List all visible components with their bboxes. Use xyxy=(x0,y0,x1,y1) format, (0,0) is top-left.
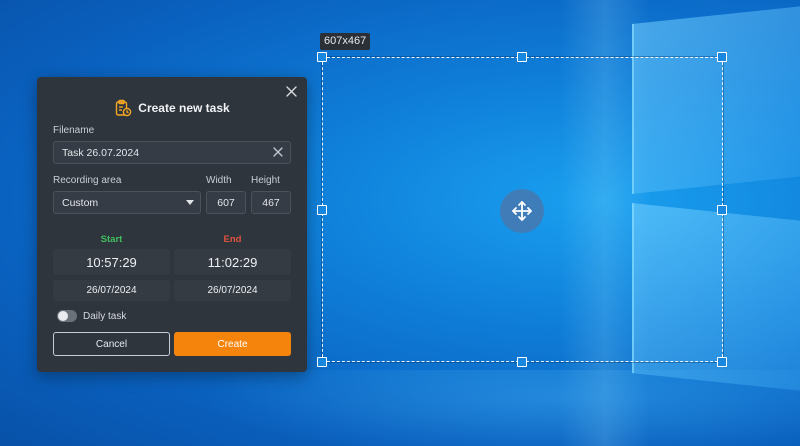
recording-area-value: Custom xyxy=(62,196,99,209)
desktop-floor-glow xyxy=(200,370,800,446)
height-input[interactable]: 467 xyxy=(251,191,291,214)
end-label: End xyxy=(223,234,242,245)
recording-area-select[interactable]: Custom xyxy=(53,191,201,214)
filename-input[interactable]: Task 26.07.2024 xyxy=(53,141,291,164)
width-label: Width xyxy=(206,175,232,186)
resize-handle-top-left[interactable] xyxy=(317,52,327,62)
end-date-value: 26/07/2024 xyxy=(207,285,258,296)
start-date-value: 26/07/2024 xyxy=(86,285,137,296)
resize-handle-right[interactable] xyxy=(717,205,727,215)
caret-down-icon xyxy=(186,200,194,205)
recording-area-label: Recording area xyxy=(53,175,122,186)
close-icon xyxy=(285,85,297,97)
dialog-title: Create new task xyxy=(138,101,230,115)
filename-label: Filename xyxy=(53,125,95,136)
task-clipboard-clock-icon xyxy=(116,99,132,117)
resize-handle-top-right[interactable] xyxy=(717,52,727,62)
clear-filename-button[interactable] xyxy=(273,147,283,160)
width-input[interactable]: 607 xyxy=(206,191,246,214)
start-date-input[interactable]: 26/07/2024 xyxy=(53,280,170,301)
filename-value: Task 26.07.2024 xyxy=(62,146,140,159)
cancel-button[interactable]: Cancel xyxy=(53,332,170,356)
clear-x-icon xyxy=(273,147,283,157)
resize-handle-bottom-right[interactable] xyxy=(717,357,727,367)
move-selection-button[interactable] xyxy=(500,189,544,233)
start-time-input[interactable]: 10:57:29 xyxy=(53,249,170,275)
create-task-dialog: Create new task Filename Task 26.07.2024… xyxy=(37,77,307,372)
close-dialog-button[interactable] xyxy=(283,83,299,99)
start-time-value: 10:57:29 xyxy=(86,254,137,270)
width-value: 607 xyxy=(217,196,235,209)
daily-task-toggle[interactable] xyxy=(57,310,77,322)
create-button[interactable]: Create xyxy=(174,332,291,356)
resize-handle-left[interactable] xyxy=(317,205,327,215)
height-value: 467 xyxy=(262,196,280,209)
end-time-value: 11:02:29 xyxy=(207,254,258,270)
dialog-title-row: Create new task xyxy=(37,98,307,118)
resize-handle-bottom-left[interactable] xyxy=(317,357,327,367)
move-arrows-icon xyxy=(512,201,532,221)
daily-task-toggle-knob xyxy=(58,311,68,321)
resize-handle-bottom[interactable] xyxy=(517,357,527,367)
selection-size-label: 607x467 xyxy=(320,33,371,50)
daily-task-label: Daily task xyxy=(83,311,127,322)
end-date-input[interactable]: 26/07/2024 xyxy=(174,280,291,301)
start-label: Start xyxy=(100,234,123,245)
height-label: Height xyxy=(251,175,280,186)
resize-handle-top[interactable] xyxy=(517,52,527,62)
end-time-input[interactable]: 11:02:29 xyxy=(174,249,291,275)
